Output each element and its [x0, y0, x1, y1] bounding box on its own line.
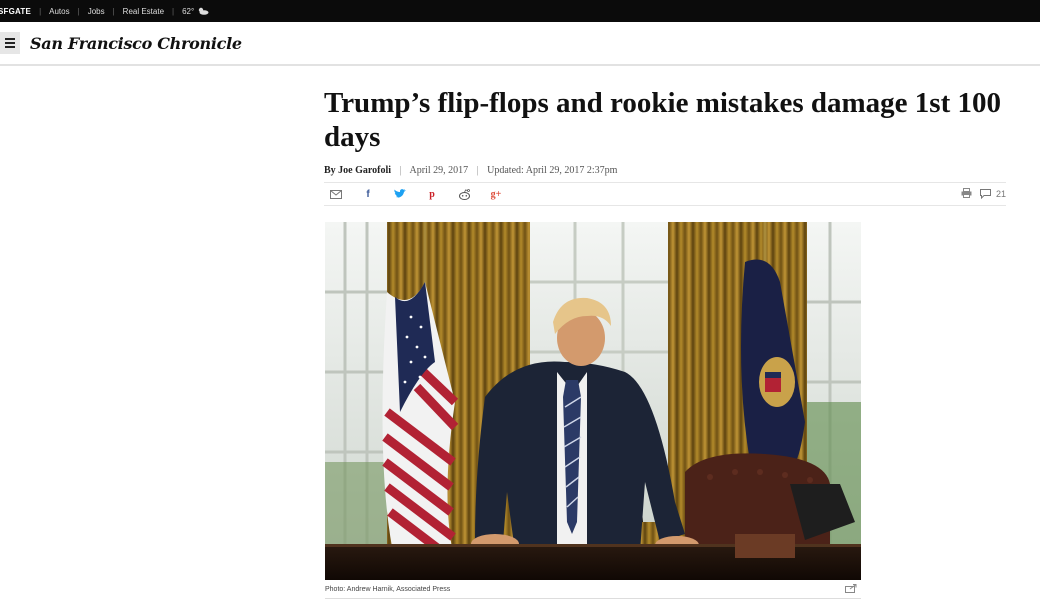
- separator: |: [399, 165, 402, 176]
- photo-caption-bar: Photo: Andrew Harnik, Associated Press: [325, 584, 861, 595]
- twitter-icon[interactable]: [393, 187, 407, 201]
- photo-credit: Photo: Andrew Harnik, Associated Press: [325, 586, 451, 593]
- reddit-icon[interactable]: [457, 187, 471, 201]
- article-byline: By Joe Garofoli | April 29, 2017 | Updat…: [324, 165, 617, 176]
- article-headline: Trump’s flip-flops and rookie mistakes d…: [324, 87, 1001, 153]
- cloud-sun-icon: [199, 7, 209, 15]
- nav-link-real-estate[interactable]: Real Estate: [123, 7, 164, 16]
- google-plus-icon[interactable]: g+: [489, 187, 503, 201]
- updated-date: Updated: April 29, 2017 2:37pm: [487, 165, 618, 176]
- divider: [325, 598, 861, 599]
- separator: |: [39, 6, 42, 16]
- separator: |: [112, 6, 115, 16]
- comment-count: 21: [995, 189, 1006, 199]
- share-bar: f p g+ 21: [324, 182, 1006, 206]
- nav-link-jobs[interactable]: Jobs: [88, 7, 105, 16]
- email-icon[interactable]: [329, 187, 343, 201]
- share-right-group: 21: [961, 188, 1006, 200]
- author-link[interactable]: By Joe Garofoli: [324, 165, 391, 176]
- comment-icon: [979, 189, 991, 199]
- separator: |: [77, 6, 80, 16]
- weather-temperature: 62°: [182, 6, 195, 16]
- hamburger-icon[interactable]: [0, 32, 20, 54]
- facebook-icon[interactable]: f: [361, 187, 375, 201]
- separator: |: [476, 165, 479, 176]
- weather-widget[interactable]: 62°: [182, 7, 209, 16]
- share-photo-icon[interactable]: [845, 584, 857, 595]
- oval-office-scene: [325, 222, 861, 580]
- print-icon[interactable]: [961, 188, 972, 200]
- separator: |: [172, 6, 175, 16]
- top-nav-bar: SFGATE | Autos | Jobs | Real Estate | 62…: [0, 0, 1040, 22]
- publish-date: April 29, 2017: [409, 165, 469, 176]
- nav-link-autos[interactable]: Autos: [49, 7, 69, 16]
- comments-button[interactable]: 21: [979, 189, 1006, 199]
- sfgate-brand-link[interactable]: SFGATE: [0, 7, 31, 16]
- pinterest-icon[interactable]: p: [425, 187, 439, 201]
- article-photo[interactable]: [325, 222, 861, 580]
- masthead: San Francisco Chronicle: [0, 22, 1040, 66]
- site-logo[interactable]: San Francisco Chronicle: [30, 34, 242, 53]
